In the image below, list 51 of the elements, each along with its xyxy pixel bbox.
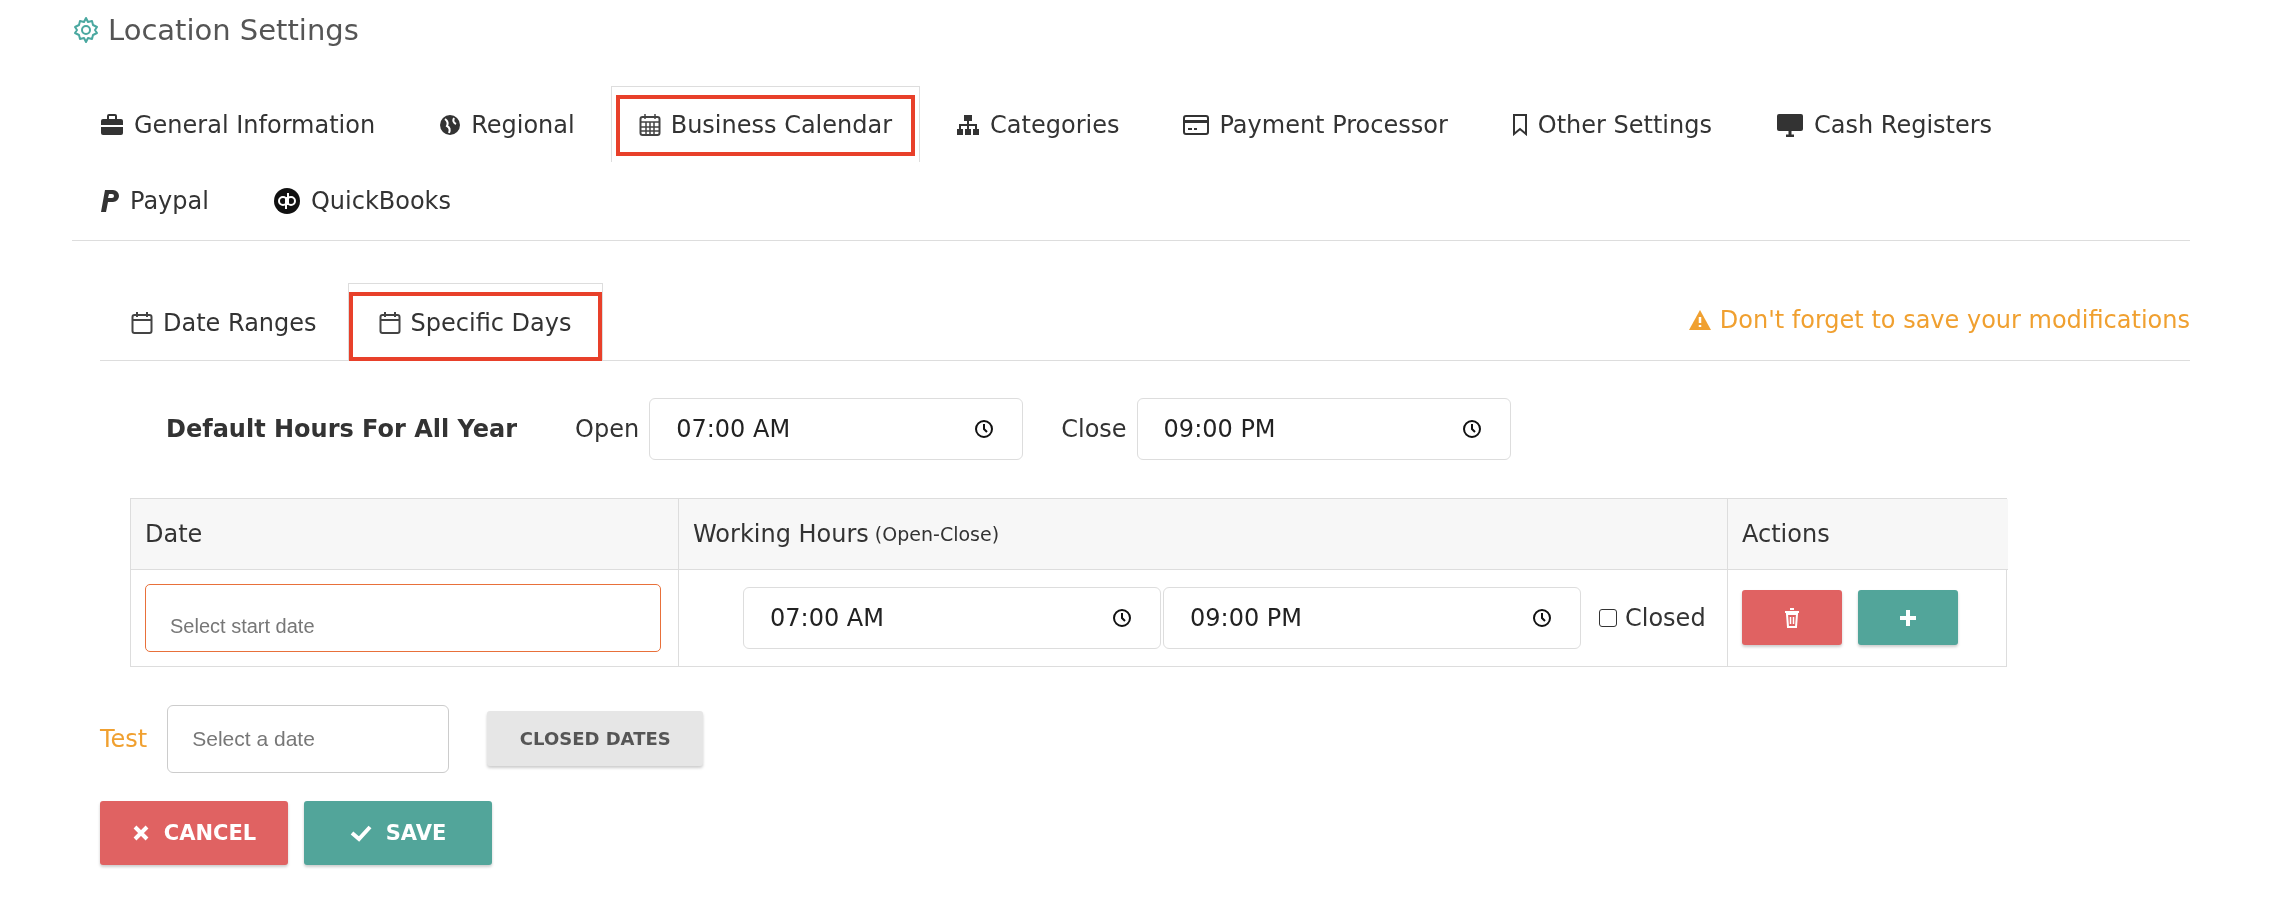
settings-tab[interactable]: QuickBooks: [244, 162, 480, 238]
plus-icon: [1898, 607, 1918, 628]
closed-dates-button[interactable]: CLOSED DATES: [487, 711, 704, 766]
delete-button[interactable]: [1742, 590, 1842, 645]
sitemap-icon: [956, 113, 981, 136]
clock-icon: [974, 418, 995, 439]
clock-icon: [1461, 418, 1482, 439]
page-title: Location Settings: [108, 13, 359, 47]
credit-card-icon: [1183, 114, 1210, 135]
letter-p-icon: [100, 188, 120, 213]
monitor-icon: [1775, 112, 1804, 137]
calendar-icon: [378, 310, 401, 335]
test-label: Test: [100, 724, 148, 753]
start-date-field[interactable]: Select start date: [145, 583, 661, 652]
date-field[interactable]: Select a date: [167, 704, 450, 773]
time-field[interactable]: 09:00 PM: [1163, 586, 1581, 649]
column-header: Working Hours (Open-Close): [679, 498, 1728, 570]
column-header: Actions: [1728, 498, 2008, 570]
settings-tab[interactable]: Payment Processor: [1155, 86, 1476, 162]
settings-tab[interactable]: Other Settings: [1483, 86, 1740, 162]
settings-icon: [72, 16, 100, 44]
settings-tab[interactable]: General Information: [72, 86, 404, 162]
time-field[interactable]: 07:00 AM: [743, 586, 1161, 649]
time-field[interactable]: 07:00 AM: [649, 397, 1024, 460]
calendar-icon: [638, 112, 661, 137]
briefcase-icon: [100, 113, 124, 136]
open-label: Open: [575, 414, 640, 443]
default-hours-label: Default Hours For All Year: [166, 414, 518, 443]
calendar-icon: [131, 310, 153, 335]
close-icon: [131, 823, 150, 842]
time-field[interactable]: 09:00 PM: [1136, 397, 1511, 460]
close-label: Close: [1061, 414, 1127, 443]
calendar-subtab[interactable]: Date Ranges: [100, 283, 348, 361]
globe-icon: [439, 113, 462, 136]
trash-icon: [1784, 607, 1800, 628]
settings-tab[interactable]: Regional: [411, 86, 603, 162]
column-header: Date: [131, 498, 679, 570]
closed-checkbox[interactable]: Closed: [1599, 603, 1706, 632]
qb-circle-icon: [272, 186, 301, 215]
warning-text: Don't forget to save your modifications: [1719, 305, 2190, 334]
bookmark-icon: [1511, 113, 1528, 136]
settings-tab[interactable]: Categories: [928, 86, 1148, 162]
clock-icon: [1532, 607, 1552, 628]
clock-icon: [1112, 607, 1132, 628]
warning-icon: [1687, 308, 1712, 331]
settings-tab[interactable]: Cash Registers: [1747, 86, 2021, 162]
add-button[interactable]: [1858, 590, 1958, 645]
settings-tab[interactable]: Business Calendar: [610, 86, 921, 162]
settings-tab[interactable]: Paypal: [72, 162, 237, 238]
checkmark-icon: [349, 823, 372, 842]
calendar-subtab[interactable]: Specific Days: [347, 283, 603, 361]
